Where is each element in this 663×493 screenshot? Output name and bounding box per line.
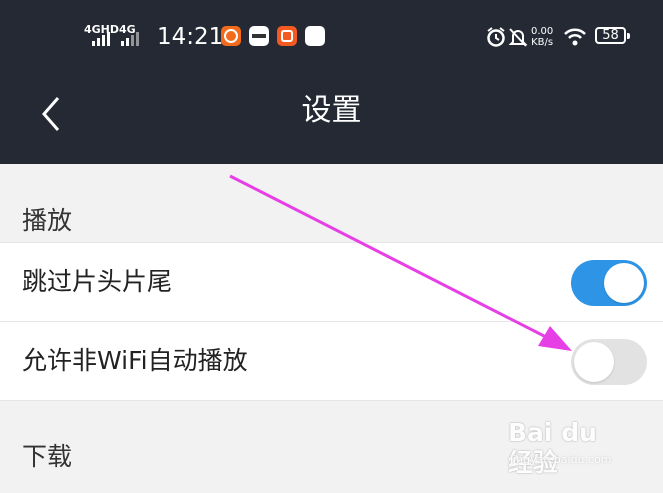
watermark-url: jingyan.baidu.com bbox=[510, 453, 612, 466]
baidu-jingyan-watermark: Bai du 经验 jingyan.baidu.com bbox=[508, 418, 630, 478]
watermark-main: Bai du 经验 bbox=[508, 418, 597, 477]
